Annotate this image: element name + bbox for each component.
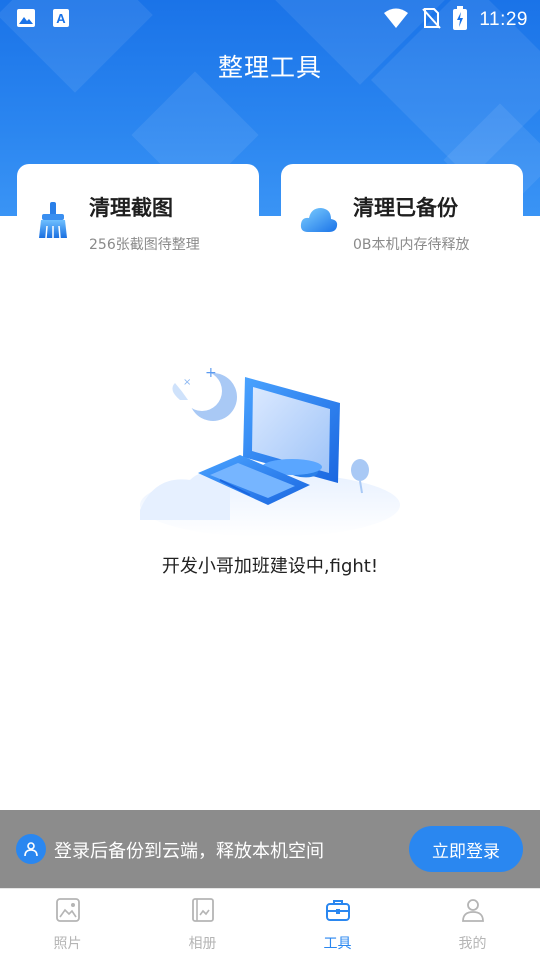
bottom-nav: 照片 相册 工具 我的: [0, 888, 540, 960]
user-icon: [16, 834, 46, 864]
toolbox-icon: [325, 897, 351, 927]
svg-text:+: +: [205, 365, 217, 381]
svg-text:A: A: [56, 11, 66, 26]
svg-text:×: ×: [183, 377, 191, 388]
status-time: 11:29: [479, 9, 528, 30]
login-banner-text: 登录后备份到云端，释放本机空间: [54, 841, 324, 862]
under-construction-illustration: + ×: [130, 355, 410, 544]
wifi-icon: [383, 7, 409, 33]
nav-label: 照片: [53, 936, 82, 952]
card-subtitle: 256张截图待整理: [89, 237, 200, 253]
card-title: 清理截图: [89, 196, 173, 220]
cloud-icon: [299, 204, 339, 238]
status-bar: A 11:29: [0, 0, 540, 36]
profile-icon: [460, 897, 486, 927]
image-icon: [16, 8, 36, 32]
login-banner: 登录后备份到云端，释放本机空间 立即登录: [0, 810, 540, 888]
nav-item-albums[interactable]: 相册: [135, 889, 270, 960]
nav-label: 相册: [188, 936, 217, 952]
nav-item-profile[interactable]: 我的: [405, 889, 540, 960]
nav-item-tools[interactable]: 工具: [270, 889, 405, 960]
photo-icon: [55, 897, 81, 927]
empty-state-message: 开发小哥加班建设中,fight!: [161, 556, 379, 577]
login-button[interactable]: 立即登录: [409, 826, 523, 872]
card-subtitle: 0B本机内存待释放: [353, 237, 470, 253]
card-title: 清理已备份: [353, 196, 458, 220]
no-sim-icon: [421, 7, 442, 33]
page-title: 整理工具: [217, 53, 322, 82]
album-icon: [190, 897, 216, 927]
clean-screenshots-card[interactable]: 清理截图 256张截图待整理: [17, 164, 259, 264]
nav-label: 工具: [323, 936, 352, 952]
battery-charging-icon: [453, 6, 468, 34]
nav-item-photos[interactable]: 照片: [0, 889, 135, 960]
nav-label: 我的: [458, 936, 487, 952]
font-a-icon: A: [52, 8, 70, 32]
broom-icon: [35, 200, 71, 244]
clean-backed-up-card[interactable]: 清理已备份 0B本机内存待释放: [281, 164, 523, 264]
